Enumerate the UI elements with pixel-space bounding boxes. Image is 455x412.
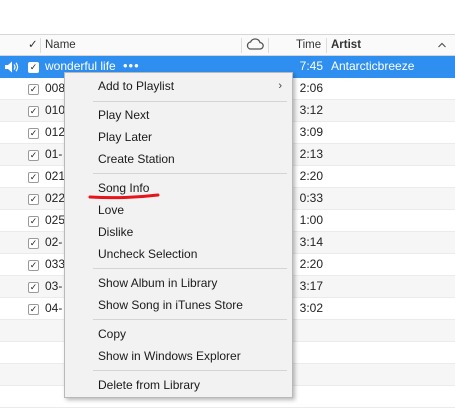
song-name: 025 (45, 213, 66, 227)
menu-item-uncheck-selection[interactable]: Uncheck Selection (65, 243, 292, 265)
song-name: 008 (45, 81, 66, 95)
row-checkbox[interactable]: ✓ (28, 150, 39, 161)
menu-item-copy[interactable]: Copy (65, 323, 292, 345)
column-check-header[interactable]: ✓ (28, 35, 38, 55)
column-divider (326, 38, 327, 53)
row-checkbox[interactable]: ✓ (28, 62, 39, 73)
menu-item-play-next[interactable]: Play Next (65, 104, 292, 126)
song-time: 1:00 (299, 213, 323, 227)
song-time: 2:06 (299, 81, 323, 95)
row-checkbox[interactable]: ✓ (28, 84, 39, 95)
menu-divider (93, 319, 287, 320)
row-checkbox[interactable]: ✓ (28, 128, 39, 139)
row-checkbox[interactable]: ✓ (28, 238, 39, 249)
song-name: 033 (45, 257, 66, 271)
chevron-up-icon[interactable] (437, 35, 447, 55)
column-name-header[interactable]: Name (45, 35, 76, 55)
speaker-icon (4, 60, 20, 74)
menu-item-create-station[interactable]: Create Station (65, 148, 292, 170)
row-checkbox[interactable]: ✓ (28, 282, 39, 293)
menu-divider (93, 370, 287, 371)
menu-divider (93, 101, 287, 102)
song-time: 3:14 (299, 235, 323, 249)
song-time: 0:33 (299, 191, 323, 205)
song-time: 2:20 (299, 257, 323, 271)
song-artist: Antarcticbreeze (331, 59, 415, 73)
row-checkbox[interactable]: ✓ (28, 216, 39, 227)
song-time: 3:17 (299, 279, 323, 293)
column-artist-header[interactable]: Artist (331, 35, 361, 55)
red-underline-annotation (88, 193, 160, 200)
row-checkbox[interactable]: ✓ (28, 172, 39, 183)
song-name: 03- (45, 279, 63, 293)
row-checkbox[interactable]: ✓ (28, 106, 39, 117)
column-header: ✓ Name Time Artist (0, 34, 455, 56)
menu-item-show-album[interactable]: Show Album in Library (65, 272, 292, 294)
song-name: 02- (45, 235, 63, 249)
menu-item-play-later[interactable]: Play Later (65, 126, 292, 148)
song-time: 3:09 (299, 125, 323, 139)
song-name: 01- (45, 147, 63, 161)
menu-item-love[interactable]: Love (65, 199, 292, 221)
menu-item-show-song-store[interactable]: Show Song in iTunes Store (65, 294, 292, 316)
column-divider (241, 38, 242, 53)
chevron-right-icon: › (278, 80, 282, 92)
song-name: 04- (45, 301, 63, 315)
song-time: 3:12 (299, 103, 323, 117)
column-time-header[interactable]: Time (296, 35, 321, 55)
menu-item-show-explorer[interactable]: Show in Windows Explorer (65, 345, 292, 367)
menu-divider (93, 268, 287, 269)
song-time: 3:02 (299, 301, 323, 315)
menu-item-add-to-playlist[interactable]: Add to Playlist › (65, 75, 292, 97)
menu-divider (93, 173, 287, 174)
song-time: 2:13 (299, 147, 323, 161)
menu-item-label: Add to Playlist (98, 79, 175, 93)
row-checkbox[interactable]: ✓ (28, 304, 39, 315)
song-time: 7:45 (299, 59, 323, 73)
cloud-icon[interactable] (245, 36, 265, 56)
row-checkbox[interactable]: ✓ (28, 260, 39, 271)
song-time: 2:20 (299, 169, 323, 183)
song-name: 021 (45, 169, 66, 183)
menu-item-dislike[interactable]: Dislike (65, 221, 292, 243)
context-menu: Add to Playlist › Play Next Play Later C… (64, 72, 293, 398)
song-name: 012 (45, 125, 66, 139)
song-name: 010 (45, 103, 66, 117)
menu-item-delete[interactable]: Delete from Library (65, 374, 292, 396)
row-checkbox[interactable]: ✓ (28, 194, 39, 205)
song-name: 022 (45, 191, 66, 205)
column-divider (40, 38, 41, 53)
column-divider (268, 38, 269, 53)
